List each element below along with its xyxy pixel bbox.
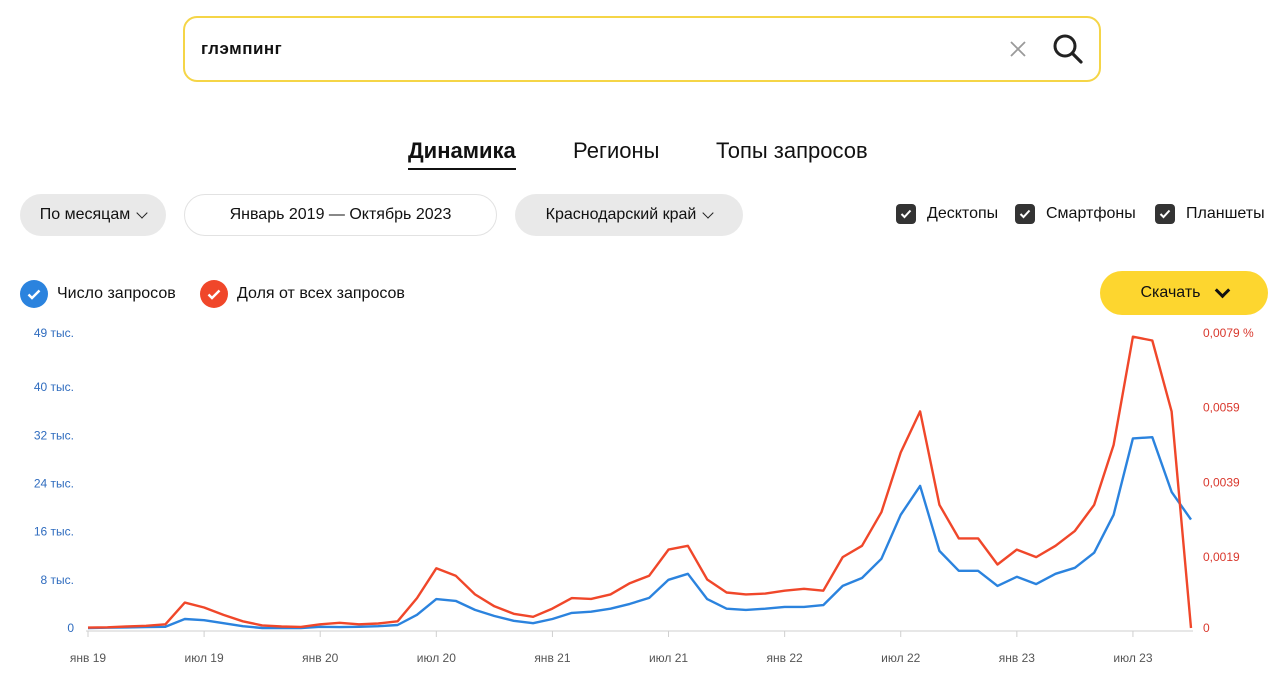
line-chart: 0 8 тыс. 16 тыс. 24 тыс. 32 тыс. 40 тыс. 49 ты…: [34, 326, 1254, 665]
chevron-down-icon: [1214, 282, 1230, 298]
y-left-tick-label: 32 тыс.: [34, 428, 74, 442]
date-range-picker[interactable]: Январь 2019 — Октябрь 2023: [184, 194, 497, 236]
period-label: По месяцам: [39, 206, 131, 223]
legend-label: Доля от всех запросов: [237, 285, 405, 302]
y-right-tick-label: 0,0039: [1203, 475, 1240, 489]
check-icon: [200, 280, 228, 308]
checkbox-tablets[interactable]: Планшеты: [1155, 204, 1265, 224]
y-right-tick-label: 0,0079 %: [1203, 326, 1254, 340]
check-icon: [20, 280, 48, 308]
chevron-down-icon: [136, 206, 148, 219]
period-dropdown[interactable]: По месяцам: [20, 194, 166, 236]
checkbox-label: Десктопы: [927, 205, 999, 222]
x-tick-label: янв 20: [302, 651, 339, 665]
checkbox-desktops[interactable]: Десктопы: [896, 204, 998, 224]
series-line-requests: [87, 435, 1192, 630]
search-input[interactable]: глэмпинг: [201, 39, 282, 59]
y-left-tick-label: 16 тыс.: [34, 525, 74, 539]
search-box[interactable]: глэмпинг: [183, 16, 1101, 82]
y-left-tick-label: 40 тыс.: [34, 380, 74, 394]
region-dropdown[interactable]: Краснодарский край: [515, 194, 743, 236]
download-button[interactable]: Скачать: [1100, 271, 1268, 315]
x-tick-label: янв 22: [767, 651, 804, 665]
tab-dynamics[interactable]: Динамика: [408, 138, 516, 170]
series-line-share: [87, 335, 1193, 629]
legend-requests-count[interactable]: Число запросов: [20, 280, 176, 308]
x-tick-label: июл 19: [185, 651, 224, 665]
y-left-tick-label: 8 тыс.: [41, 573, 74, 587]
chevron-down-icon: [702, 206, 715, 219]
y-right-tick-label: 0,0059: [1203, 401, 1240, 415]
y-right-tick-label: 0,0019: [1203, 550, 1240, 564]
checkbox-label: Смартфоны: [1046, 205, 1136, 222]
checkbox-icon: [896, 204, 916, 224]
checkbox-icon: [1015, 204, 1035, 224]
checkbox-icon: [1155, 204, 1175, 224]
tab-top-queries[interactable]: Топы запросов: [716, 138, 868, 168]
region-label: Краснодарский край: [545, 206, 697, 223]
tab-regions[interactable]: Регионы: [573, 138, 659, 168]
x-tick-label: июл 20: [417, 651, 456, 665]
x-tick-label: июл 23: [1113, 651, 1152, 665]
x-tick-label: янв 21: [534, 651, 571, 665]
search-icon[interactable]: [1051, 32, 1085, 66]
close-icon[interactable]: [1003, 34, 1033, 64]
x-tick-label: июл 21: [649, 651, 688, 665]
checkbox-label: Планшеты: [1186, 205, 1265, 222]
y-left-tick-label: 24 тыс.: [34, 477, 74, 491]
x-tick-label: янв 19: [70, 651, 107, 665]
legend-label: Число запросов: [57, 285, 176, 302]
y-left-tick-label: 49 тыс.: [34, 326, 74, 340]
download-label: Скачать: [1140, 284, 1201, 301]
tabs: Динамика Регионы Топы запросов: [0, 138, 1280, 172]
date-range-label: Январь 2019 — Октябрь 2023: [229, 206, 452, 223]
x-tick-label: янв 23: [999, 651, 1036, 665]
y-right-tick-label: 0: [1203, 621, 1210, 635]
y-left-tick-label: 0: [67, 621, 74, 635]
x-tick-label: июл 22: [881, 651, 920, 665]
checkbox-smartphones[interactable]: Смартфоны: [1015, 204, 1136, 224]
legend-share[interactable]: Доля от всех запросов: [200, 280, 405, 308]
